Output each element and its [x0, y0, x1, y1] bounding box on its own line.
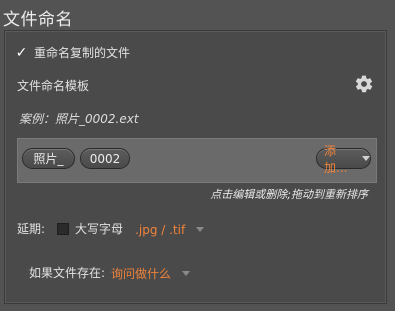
file-naming-panel: ✓ 重命名复制的文件 文件命名模板 案例：照片_0002.ext 照片_ 000… [4, 30, 387, 304]
file-exists-dropdown[interactable]: 询问做什么 [111, 263, 191, 282]
add-token-button[interactable]: 添加... [316, 144, 371, 175]
token-photo[interactable]: 照片_ [22, 148, 75, 169]
file-exists-selected: 询问做什么 [111, 267, 172, 281]
example-filename: 案例：照片_0002.ext [19, 112, 139, 126]
file-exists-label: 如果文件存在: [29, 266, 106, 280]
gear-icon[interactable] [354, 74, 374, 94]
rename-copies-label: 重命名复制的文件 [34, 46, 131, 60]
rename-copies-checkbox[interactable]: ✓ [15, 46, 28, 60]
chevron-down-icon [196, 227, 205, 232]
uppercase-checkbox[interactable] [57, 222, 70, 235]
uppercase-label: 大写字母 [75, 222, 124, 236]
extension-dropdown[interactable]: .jpg / .tif [135, 219, 205, 238]
rename-copies-row[interactable]: ✓ 重命名复制的文件 [15, 44, 130, 61]
extension-label: 延期: [17, 222, 46, 236]
template-editor[interactable]: 照片_ 0002 添加... [17, 138, 377, 183]
section-title: 文件命名 [3, 10, 73, 30]
extension-row: 延期: 大写字母 .jpg / .tif [17, 219, 205, 238]
chevron-down-icon [182, 271, 191, 276]
extension-selected: .jpg / .tif [135, 223, 186, 237]
chevron-down-icon [362, 156, 370, 161]
template-label: 文件命名模板 [17, 79, 90, 93]
file-exists-row: 如果文件存在: 询问做什么 [29, 263, 191, 282]
add-token-label: 添加... [324, 143, 348, 175]
template-hint: 点击编辑或删除;拖动到重新排序 [210, 188, 368, 201]
token-sequence[interactable]: 0002 [80, 148, 130, 169]
